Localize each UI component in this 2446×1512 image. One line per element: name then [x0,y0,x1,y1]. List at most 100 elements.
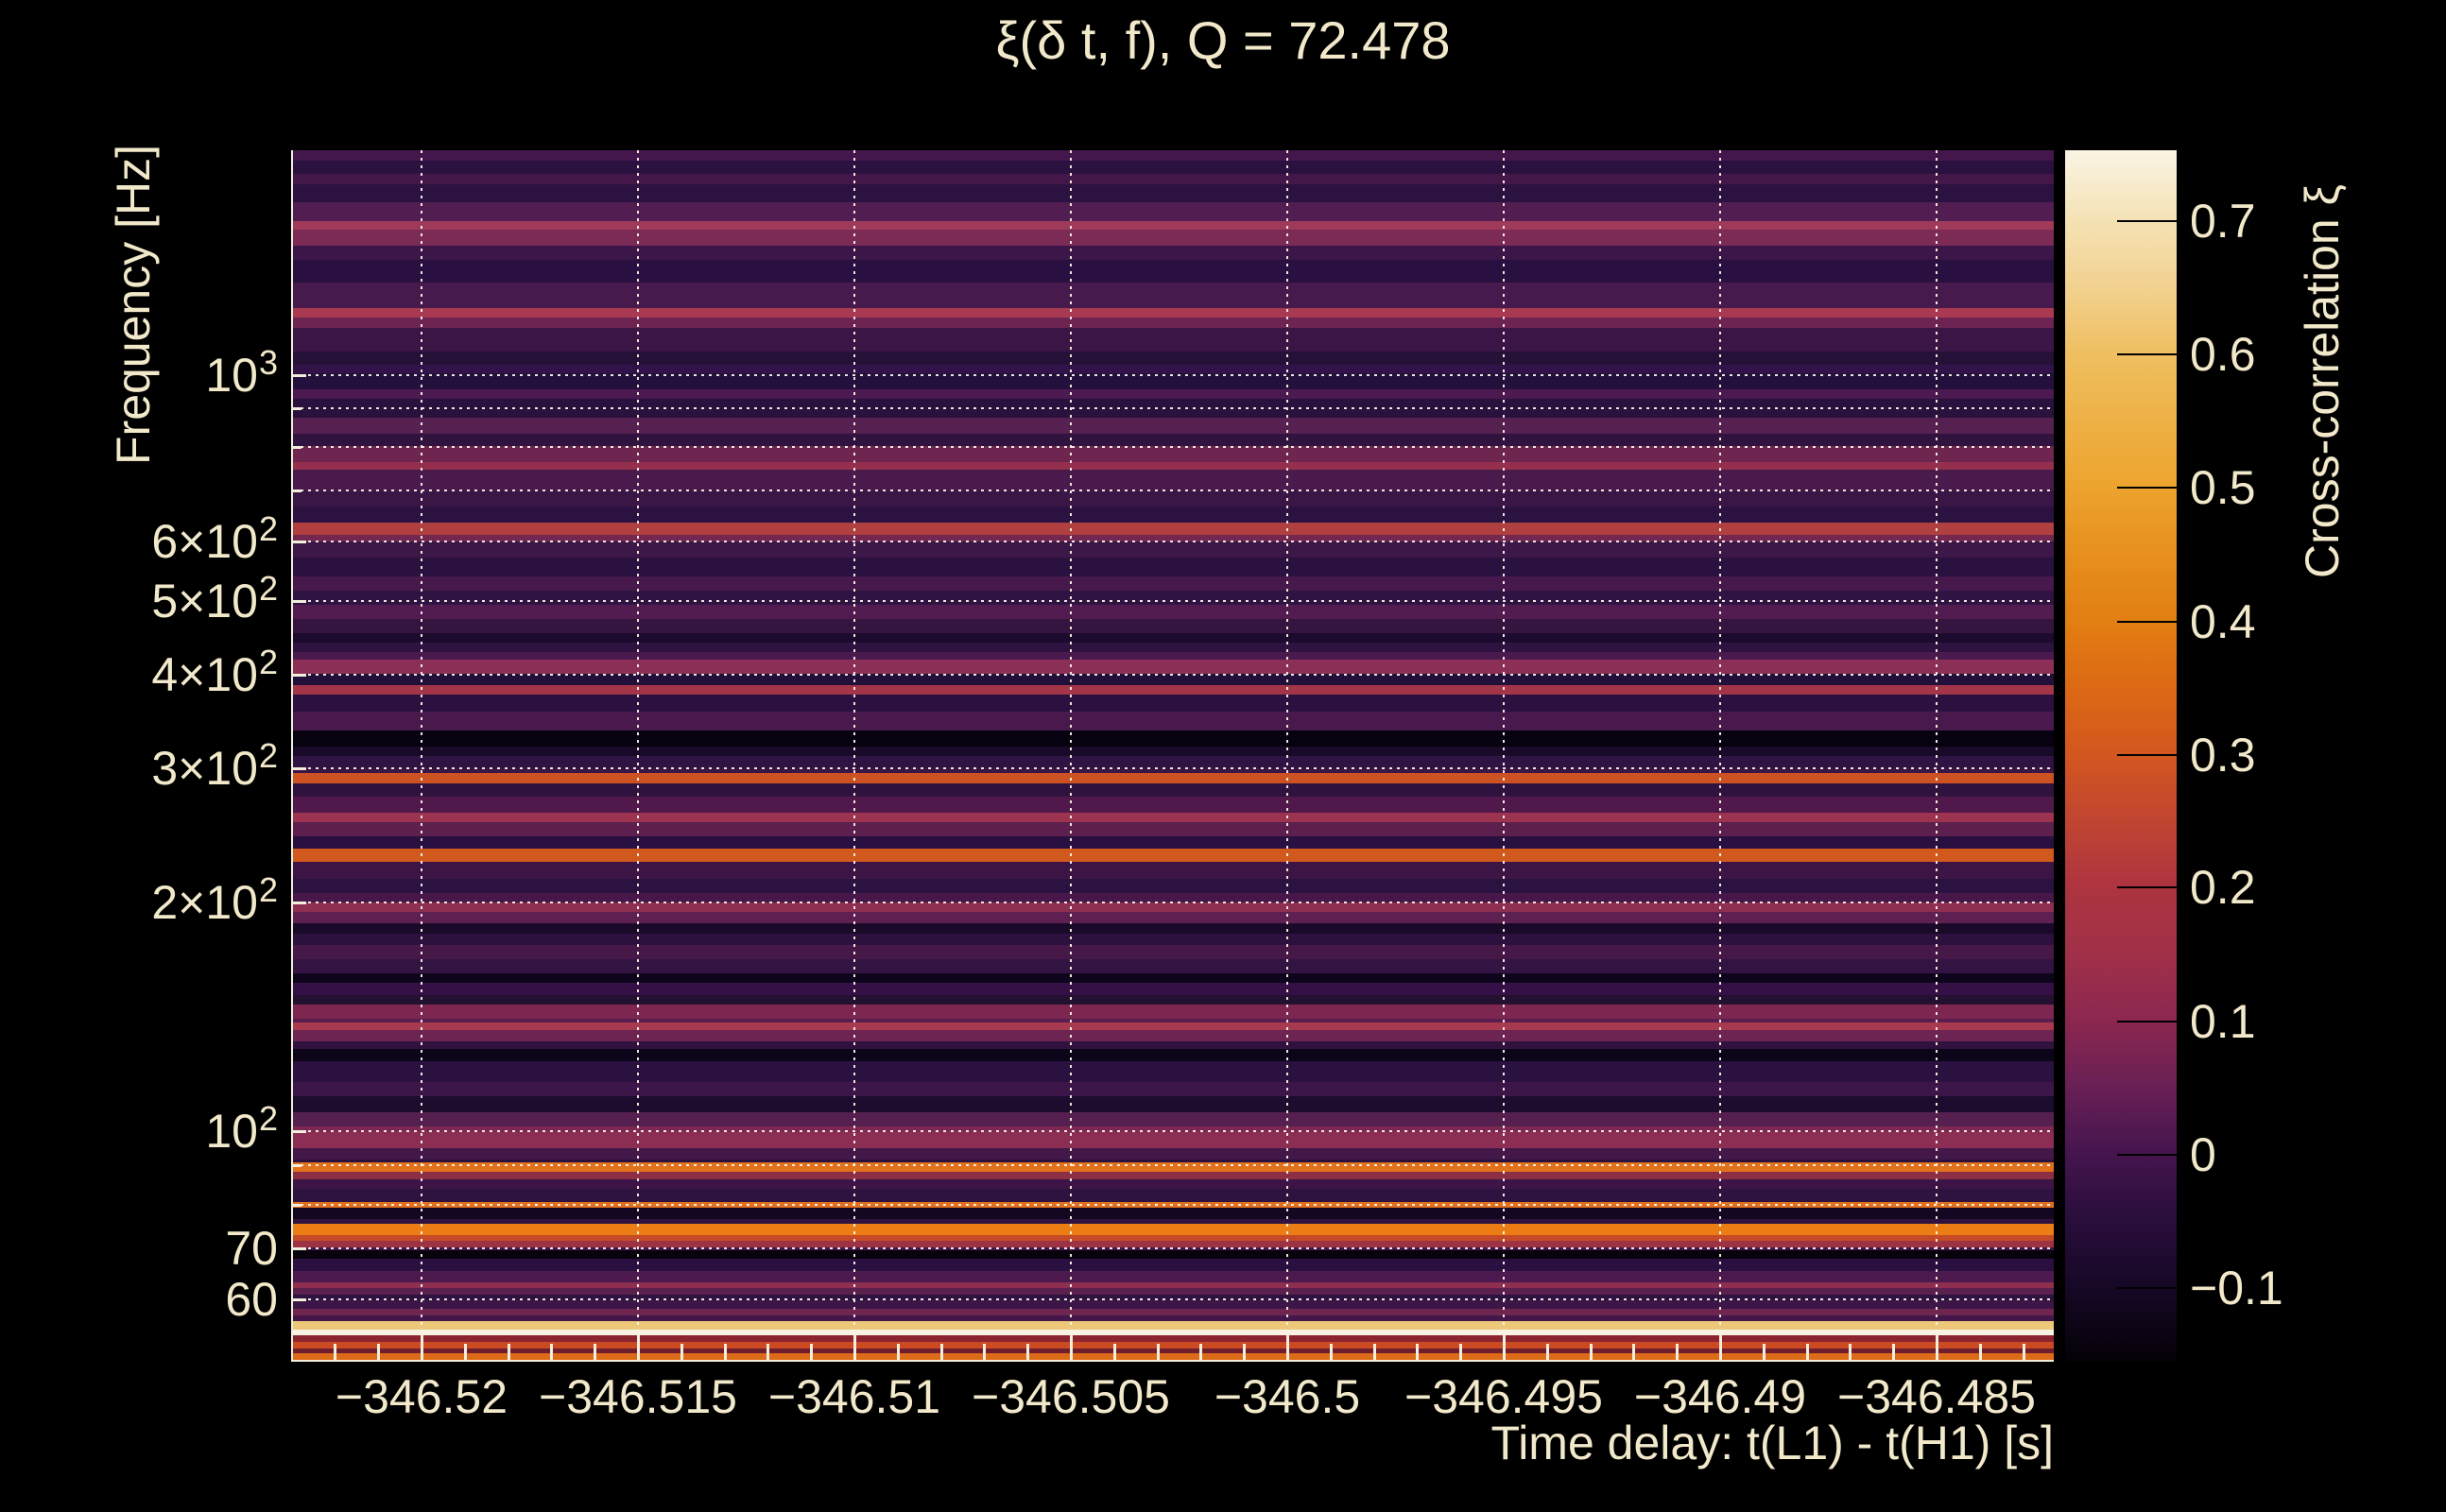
heatmap-stripe [293,230,2054,246]
heatmap-stripe [293,434,2054,446]
y-axis-title: Frequency [Hz] [107,144,160,465]
y-tick-label: 60 [225,1273,278,1326]
y-tick-label: 6×102 [151,509,278,568]
x-tick-minor [463,1344,467,1360]
x-tick-minor [1849,1344,1852,1360]
x-tick-major [421,1335,423,1360]
x-gridline [1936,150,1938,1360]
colorbar-tick-label: 0 [2190,1128,2216,1181]
colorbar-tick [2117,886,2177,888]
heatmap-stripe [293,923,2054,934]
heatmap-stripe [293,712,2054,730]
heatmap-stripe [293,246,2054,260]
heatmap-stripe [293,813,2054,822]
x-gridline [1719,150,1721,1360]
x-tick-major [1503,1335,1506,1360]
y-tick [293,902,306,904]
y-tick [293,1204,301,1207]
y-tick [293,407,301,410]
y-tick-label: 3×102 [151,736,278,795]
x-tick-minor [1545,1344,1549,1360]
y-gridline [293,902,2054,903]
heatmap-stripe [293,328,2054,352]
colorbar-tick-label: 0.3 [2190,729,2256,782]
heatmap-stripe [293,202,2054,221]
heatmap-stripe [293,695,2054,712]
heatmap-stripe [293,507,2054,523]
x-tick-minor [2022,1344,2025,1360]
x-tick-major [1070,1335,1073,1360]
x-tick-minor [1329,1344,1333,1360]
heatmap-stripe [293,1288,2054,1295]
heatmap-stripe [293,836,2054,849]
x-tick-label: −346.515 [539,1370,737,1423]
x-tick-minor [550,1344,554,1360]
heatmap-stripe [293,418,2054,434]
y-tick-label: 4×102 [151,643,278,701]
x-gridline [1070,150,1072,1360]
colorbar-tick [2117,1154,2177,1156]
heatmap-stripe [293,1061,2054,1082]
colorbar-tick-label: 0.7 [2190,195,2256,248]
x-tick-minor [983,1344,987,1360]
heatmap-stripe [293,1189,2054,1202]
x-tick-major [1936,1335,1938,1360]
x-tick-minor [1026,1344,1030,1360]
x-tick-label: −346.49 [1633,1370,1807,1423]
x-tick-minor [334,1344,337,1360]
x-tick-minor [1805,1344,1809,1360]
heatmap-stripe [293,902,2054,912]
y-gridline [293,1298,2054,1300]
x-tick-minor [507,1344,510,1360]
y-gridline [293,1130,2054,1132]
y-gridline [293,1164,2054,1166]
x-tick-minor [939,1344,943,1360]
x-gridline [637,150,639,1360]
y-tick-label-exponent: 2 [258,569,278,608]
y-tick-label-exponent: 2 [258,1099,278,1138]
heatmap-stripe [293,541,2054,558]
heatmap-stripe [293,660,2054,674]
heatmap-stripe [293,260,2054,283]
x-tick-label: −346.52 [335,1370,508,1423]
y-tick-label: 70 [225,1222,278,1275]
y-tick [293,674,306,677]
y-tick [293,446,301,449]
x-tick-minor [1459,1344,1463,1360]
heatmap-stripe [293,1112,2054,1126]
heatmap-stripe [293,221,2054,230]
colorbar-tick [2117,1021,2177,1022]
heatmap-stripe [293,983,2054,995]
x-tick-major [853,1335,856,1360]
y-gridline [293,767,2054,769]
heatmap-stripe [293,462,2054,470]
heatmap-stripe [293,1335,2054,1342]
y-gridline [293,541,2054,542]
heatmap-stripe [293,619,2054,633]
y-tick-label: 102 [205,1099,278,1158]
x-tick-major [1719,1335,1722,1360]
x-tick-minor [1112,1344,1116,1360]
heatmap-stripe [293,1179,2054,1189]
y-tick-label-exponent: 2 [258,736,278,775]
x-tick-minor [1892,1344,1896,1360]
heatmap-stripe [293,470,2054,490]
heatmap-stripe [293,1259,2054,1271]
x-tick-label: −346.485 [1837,1370,2036,1423]
x-tick-minor [1156,1344,1160,1360]
x-tick-label: −346.505 [972,1370,1170,1423]
x-gridline [853,150,855,1360]
heatmap-stripe [293,1082,2054,1096]
heatmap-stripe [293,365,2054,373]
x-axis-title: Time delay: t(L1) - t(H1) [s] [1490,1417,2054,1469]
x-tick-minor [680,1344,683,1360]
y-tick-label-exponent: 2 [258,509,278,548]
x-tick-minor [810,1344,814,1360]
heatmap-stripe [293,283,2054,308]
x-tick-minor [1199,1344,1203,1360]
x-tick-minor [767,1344,770,1360]
heatmap-stripe [293,959,2054,973]
heatmap-stripe [293,849,2054,862]
heatmap-stripe [293,773,2054,783]
heatmap-stripe [293,150,2054,161]
